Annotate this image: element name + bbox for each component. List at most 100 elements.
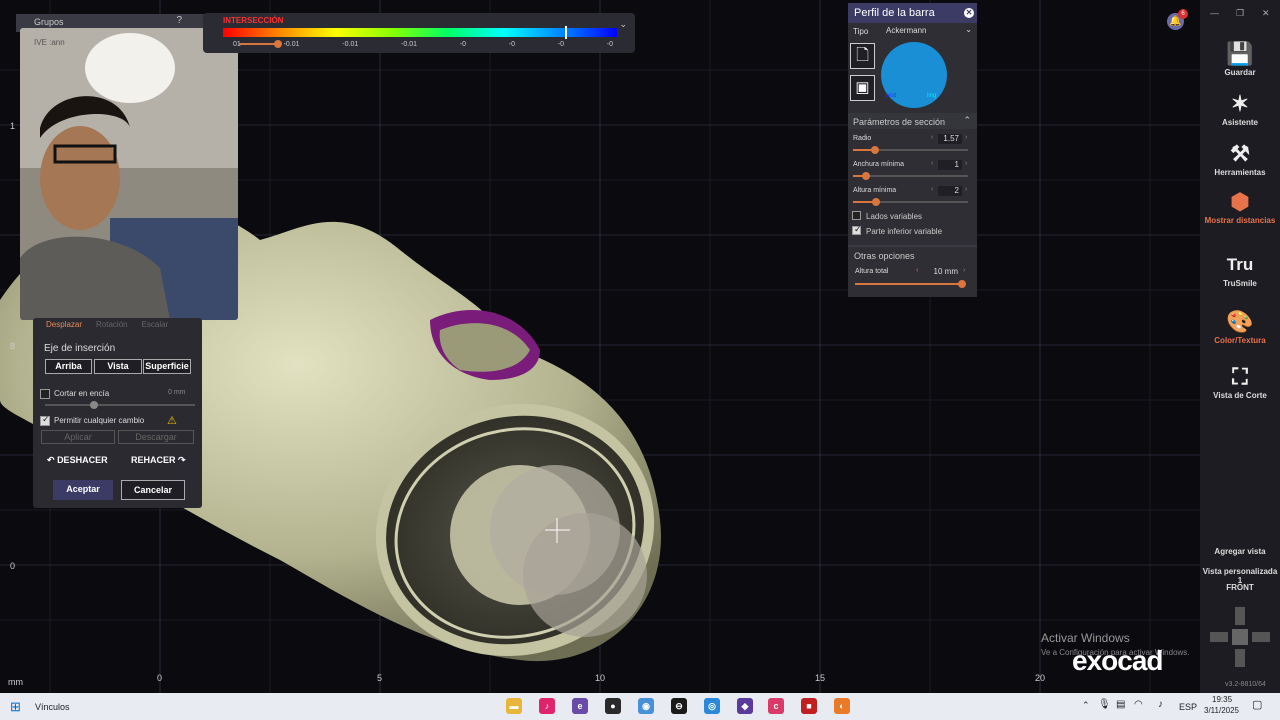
- min-width-slider[interactable]: [853, 175, 968, 177]
- app2-icon[interactable]: ⊖: [671, 698, 687, 714]
- axis-unit: mm: [8, 677, 23, 687]
- variable-sides-checkbox[interactable]: [852, 211, 861, 220]
- total-height-label: Altura total: [855, 268, 889, 275]
- network-icon[interactable]: ▤: [1116, 699, 1125, 710]
- cad-icon[interactable]: c: [768, 698, 784, 714]
- webcam-overlay: IVE :ann: [20, 28, 238, 320]
- total-height-value[interactable]: 10 mm: [923, 267, 961, 277]
- intersection-slider[interactable]: [239, 43, 279, 45]
- trusmile-icon: Tru: [1226, 255, 1254, 274]
- app4-icon[interactable]: ◆: [737, 698, 753, 714]
- windows-watermark-title: Activar Windows: [1041, 631, 1130, 645]
- sidebar-item-wizard[interactable]: ✶ Asistente: [1200, 91, 1280, 128]
- tiktok-icon[interactable]: ♪: [539, 698, 555, 714]
- save-profile-icon[interactable]: ▣: [850, 75, 875, 101]
- superficie-button[interactable]: Superficie: [143, 359, 191, 374]
- cut-gum-slider-knob[interactable]: [90, 401, 98, 409]
- app-icon[interactable]: ●: [605, 698, 621, 714]
- x-tick: 20: [1035, 673, 1046, 683]
- right-sidebar: — ❐ ✕ 🔔 6 💾 Guardar ✶ Asistente ⚒ Herram…: [1167, 0, 1280, 693]
- sidebar-item-tools[interactable]: ⚒ Herramientas: [1200, 142, 1280, 178]
- profile-vest-label: vest: [885, 93, 897, 99]
- volume-icon[interactable]: ♪: [1158, 699, 1163, 710]
- intersection-marker[interactable]: [565, 26, 567, 39]
- notification-count: 6: [1178, 9, 1188, 19]
- close-window-icon[interactable]: ✕: [1262, 8, 1270, 19]
- cut-gum-slider[interactable]: [45, 404, 195, 406]
- clock-time[interactable]: 19:35: [1212, 695, 1232, 704]
- sidebar-item-color-texture[interactable]: 🎨 Color/Textura: [1200, 310, 1280, 346]
- clock-date[interactable]: 3/11/2025: [1204, 706, 1239, 715]
- chevron-up-icon: ⌃: [963, 115, 971, 125]
- min-width-increment[interactable]: ›: [965, 160, 967, 167]
- chrome-icon[interactable]: ◉: [638, 698, 654, 714]
- tab-scale[interactable]: Escalar: [142, 320, 169, 329]
- sidebar-item-trusmile[interactable]: Tru TruSmile: [1200, 253, 1280, 288]
- cancel-button[interactable]: Cancelar: [121, 480, 185, 500]
- tray-chevron-icon[interactable]: ⌃: [1082, 700, 1090, 711]
- min-width-value[interactable]: 1: [938, 160, 962, 170]
- total-height-increment[interactable]: ›: [963, 267, 965, 274]
- type-select[interactable]: Ackermann ⌄: [886, 25, 974, 38]
- allow-change-checkbox[interactable]: [40, 414, 50, 426]
- microphone-icon[interactable]: 🎙: [1098, 699, 1111, 710]
- windows-start-icon[interactable]: ⊞: [10, 699, 21, 715]
- taskbar-search[interactable]: Vínculos: [35, 702, 70, 712]
- radio-decrement[interactable]: ‹: [931, 134, 933, 141]
- min-height-increment[interactable]: ›: [965, 186, 967, 193]
- maximize-icon[interactable]: ❐: [1236, 8, 1244, 19]
- help-icon[interactable]: ?: [176, 15, 182, 26]
- total-height-slider-knob[interactable]: [958, 280, 966, 288]
- min-width-slider-knob[interactable]: [862, 172, 870, 180]
- intersection-label: INTERSECCIÓN: [223, 16, 284, 25]
- intersection-legend[interactable]: INTERSECCIÓN 01 -0.01 -0.01 -0.01 -0 -0 -0-…: [203, 13, 635, 53]
- notifications-icon[interactable]: ▢: [1252, 698, 1262, 711]
- new-profile-icon[interactable]: 🗋: [850, 43, 875, 69]
- x-tick: 0: [157, 673, 163, 683]
- arriba-button[interactable]: Arriba: [45, 359, 92, 374]
- minimize-icon[interactable]: —: [1210, 8, 1219, 18]
- accept-button[interactable]: Aceptar: [53, 480, 113, 500]
- total-height-decrement[interactable]: ‹: [916, 267, 918, 274]
- min-width-label: Anchura mínima: [853, 161, 904, 168]
- undo-button[interactable]: ↶ DESHACER: [47, 455, 108, 466]
- intersection-slider-knob[interactable]: [274, 40, 282, 48]
- radio-slider-knob[interactable]: [871, 146, 879, 154]
- recorder-icon[interactable]: ■: [801, 698, 817, 714]
- discard-button[interactable]: Descargar: [118, 430, 194, 444]
- redo-button[interactable]: REHACER ↷: [131, 455, 186, 466]
- vista-button[interactable]: Vista: [94, 359, 142, 374]
- min-height-slider-knob[interactable]: [872, 198, 880, 206]
- min-width-decrement[interactable]: ‹: [931, 160, 933, 167]
- wand-icon: ✶: [1230, 91, 1250, 116]
- sidebar-item-distances[interactable]: ⬢ Mostrar distancias: [1200, 190, 1280, 226]
- total-height-slider[interactable]: [855, 283, 962, 285]
- sidebar-item-cut-view[interactable]: ⛶ Vista de Corte: [1200, 365, 1280, 401]
- folder-icon[interactable]: ▬: [506, 698, 522, 714]
- tab-rotate[interactable]: Rotación: [96, 320, 128, 329]
- language-indicator[interactable]: ESP: [1179, 702, 1197, 712]
- radio-value[interactable]: 1.57: [938, 134, 962, 144]
- exocad-icon[interactable]: e: [572, 698, 588, 714]
- sidebar-item-save[interactable]: 💾 Guardar: [1200, 42, 1280, 78]
- x-tick: 15: [815, 673, 826, 683]
- radio-increment[interactable]: ›: [965, 134, 967, 141]
- apply-button[interactable]: Aplicar: [41, 430, 115, 444]
- blender-icon[interactable]: ◐: [834, 698, 850, 714]
- add-view-button[interactable]: Agregar vista: [1200, 547, 1280, 556]
- wifi-icon[interactable]: ◠: [1134, 699, 1143, 710]
- bar-profile-header: Perfil de la barra ✕: [848, 3, 977, 23]
- insertion-axis-panel: Desplazar Rotación Escalar Eje de inserc…: [33, 318, 202, 508]
- cut-gum-checkbox[interactable]: [40, 389, 50, 399]
- close-icon[interactable]: ✕: [964, 8, 974, 18]
- x-tick: 10: [595, 673, 606, 683]
- variable-bottom-checkbox[interactable]: [852, 224, 862, 235]
- view-cube[interactable]: [1208, 605, 1272, 669]
- min-height-decrement[interactable]: ‹: [931, 186, 933, 193]
- app3-icon[interactable]: ◎: [704, 698, 720, 714]
- other-options-label: Otras opciones: [854, 251, 915, 261]
- section-params-header[interactable]: Parámetros de sección ⌃: [848, 113, 977, 129]
- tab-move[interactable]: Desplazar: [46, 320, 82, 329]
- min-height-value[interactable]: 2: [938, 186, 962, 196]
- chevron-down-icon[interactable]: ⌄: [619, 19, 627, 30]
